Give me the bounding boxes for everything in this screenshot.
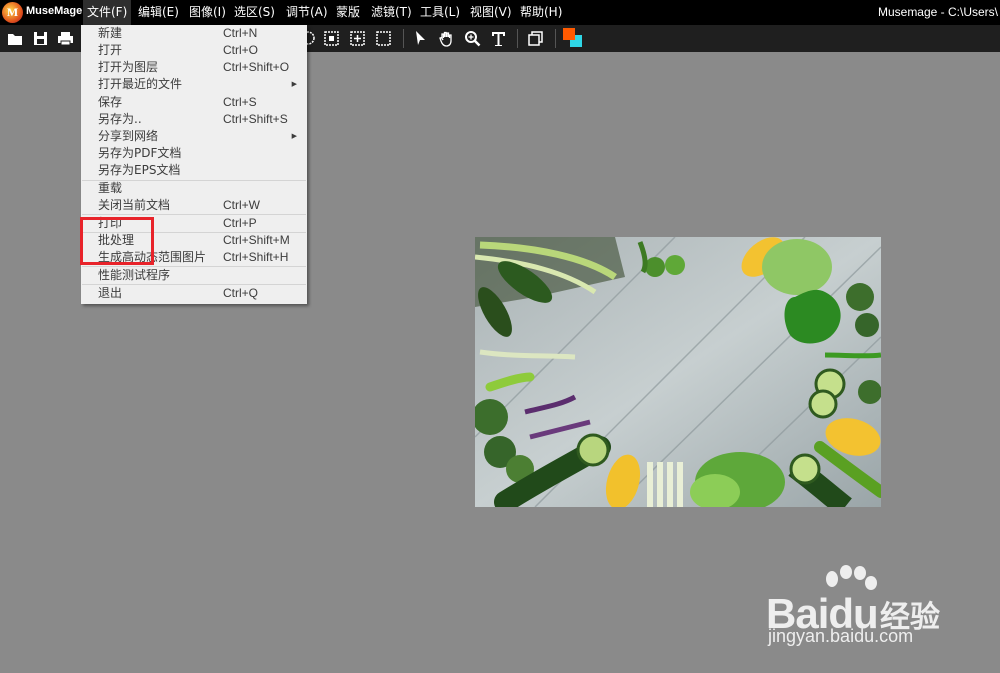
menu-selection[interactable]: 选区(S) — [230, 0, 279, 25]
menu-item-close-document[interactable]: 关闭当前文档 Ctrl+W — [81, 197, 307, 214]
menu-item-share[interactable]: 分享到网络 ▶ — [81, 128, 307, 145]
color-swatch-icon[interactable] — [562, 27, 584, 49]
annotation-highlight-box — [80, 217, 154, 265]
submenu-arrow-icon: ▶ — [291, 132, 297, 140]
menu-view[interactable]: 视图(V) — [466, 0, 516, 25]
open-icon[interactable] — [6, 29, 25, 48]
menu-item-exit[interactable]: 退出 Ctrl+Q — [81, 285, 307, 302]
select-none-icon[interactable] — [374, 29, 393, 48]
menu-edit[interactable]: 编辑(E) — [134, 0, 183, 25]
menu-item-save-pdf[interactable]: 另存为PDF文档 — [81, 145, 307, 162]
toolbar-separator — [517, 29, 518, 48]
menu-image[interactable]: 图像(I) — [185, 0, 230, 25]
toolbar-separator — [403, 29, 404, 48]
menu-tools[interactable]: 工具(L) — [416, 0, 464, 25]
rect-select-icon[interactable] — [322, 29, 341, 48]
vegetables-photo — [475, 237, 881, 507]
menu-item-new[interactable]: 新建 Ctrl+N — [81, 25, 307, 42]
menu-file[interactable]: 文件(F) — [83, 0, 132, 25]
menu-adjust[interactable]: 调节(A) — [282, 0, 332, 25]
smart-select-icon[interactable] — [348, 29, 367, 48]
menu-filter[interactable]: 滤镜(T) — [367, 0, 416, 25]
menu-item-open-as-layer[interactable]: 打开为图层 Ctrl+Shift+O — [81, 59, 307, 76]
text-icon[interactable] — [489, 29, 508, 48]
menu-item-save-eps[interactable]: 另存为EPS文档 — [81, 162, 307, 179]
menu-mask[interactable]: 蒙版 — [332, 0, 364, 25]
hand-icon[interactable] — [437, 29, 456, 48]
menu-item-save[interactable]: 保存 Ctrl+S — [81, 94, 307, 111]
print-icon[interactable] — [56, 29, 75, 48]
menu-item-benchmark[interactable]: 性能测试程序 — [81, 267, 307, 284]
menu-help[interactable]: 帮助(H) — [516, 0, 566, 25]
menu-item-open[interactable]: 打开 Ctrl+O — [81, 42, 307, 59]
menu-item-recent-files[interactable]: 打开最近的文件 ▶ — [81, 76, 307, 93]
save-icon[interactable] — [31, 29, 50, 48]
window-title: Musemage - C:\Users\ — [877, 5, 998, 19]
menu-bar: M MuseMage 文件(F) 编辑(E) 图像(I) 选区(S) 调节(A)… — [0, 0, 1000, 25]
watermark-url: jingyan.baidu.com — [768, 626, 914, 646]
submenu-arrow-icon: ▶ — [291, 80, 297, 88]
menu-item-reload[interactable]: 重载 — [81, 180, 307, 197]
app-logo-icon: M — [2, 2, 23, 23]
pointer-icon[interactable] — [411, 29, 430, 48]
toolbar-separator — [555, 29, 556, 48]
menu-item-save-as[interactable]: 另存为.. Ctrl+Shift+S — [81, 111, 307, 128]
canvas-image[interactable] — [475, 237, 881, 507]
app-name: MuseMage — [26, 5, 83, 17]
layers-icon[interactable] — [526, 29, 545, 48]
zoom-icon[interactable] — [463, 29, 482, 48]
